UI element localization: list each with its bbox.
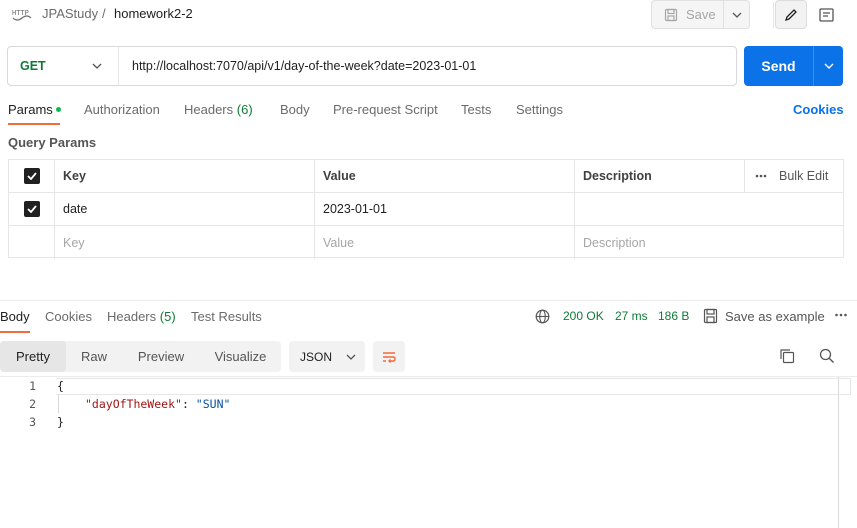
bulk-edit-button[interactable]: Bulk Edit: [779, 169, 828, 183]
new-param-value-input[interactable]: Value: [315, 226, 575, 259]
view-mode-visualize[interactable]: Visualize: [200, 341, 281, 372]
active-tab-indicator: [8, 123, 60, 125]
pencil-icon: [784, 8, 798, 22]
param-checkbox[interactable]: [9, 193, 55, 225]
response-divider[interactable]: [0, 300, 857, 301]
breadcrumb-collection[interactable]: JPAStudy: [42, 6, 98, 21]
response-tab-test-results[interactable]: Test Results: [191, 309, 262, 324]
checkbox-checked-icon: [23, 201, 40, 217]
send-options-button[interactable]: [813, 46, 843, 86]
method-select[interactable]: GET: [8, 47, 119, 85]
chevron-down-icon: [346, 354, 356, 360]
more-horizontal-icon[interactable]: [755, 174, 767, 178]
breadcrumb-separator: /: [102, 6, 106, 21]
tab-tests[interactable]: Tests: [461, 102, 491, 117]
toolbar-divider: [773, 2, 774, 28]
response-size[interactable]: 186 B: [658, 309, 689, 323]
save-options-button[interactable]: [723, 1, 749, 28]
response-tab-cookies[interactable]: Cookies: [45, 309, 92, 324]
column-header-value: Value: [315, 160, 575, 192]
table-header-row: Key Value Description Bulk Edit: [9, 160, 843, 193]
wrap-lines-icon: [381, 350, 397, 364]
active-response-tab-indicator: [0, 331, 30, 333]
tab-authorization[interactable]: Authorization: [84, 102, 160, 117]
save-button[interactable]: Save: [652, 1, 723, 28]
tab-body[interactable]: Body: [280, 102, 310, 117]
format-select[interactable]: JSON: [289, 341, 365, 372]
table-row-new: Key Value Description: [9, 226, 843, 259]
response-tab-headers-count: (5): [159, 309, 176, 324]
indent-guide: [58, 395, 59, 413]
status-code[interactable]: 200 OK: [563, 309, 604, 323]
tab-settings[interactable]: Settings: [516, 102, 563, 117]
save-as-example-button[interactable]: Save as example: [725, 309, 825, 324]
copy-icon[interactable]: [779, 348, 795, 364]
param-value-input[interactable]: 2023-01-01: [315, 193, 575, 225]
query-params-table: Key Value Description Bulk Edit date 202…: [8, 159, 844, 259]
tab-params[interactable]: Params: [8, 102, 61, 117]
save-button-group: Save: [651, 0, 750, 29]
new-param-key-input[interactable]: Key: [55, 226, 315, 259]
response-tab-headers[interactable]: Headers (5): [107, 309, 176, 324]
tab-headers-label: Headers: [184, 102, 234, 117]
url-input[interactable]: http://localhost:7070/api/v1/day-of-the-…: [119, 59, 476, 73]
chevron-down-icon: [732, 12, 742, 18]
document-icon: [818, 7, 834, 22]
active-line-highlight: [56, 378, 851, 395]
save-icon: [664, 8, 678, 22]
tab-headers-count: (6): [236, 102, 253, 117]
http-icon: HTTP: [12, 6, 32, 24]
format-select-label: JSON: [300, 349, 333, 364]
line-number: 2: [29, 397, 36, 411]
tab-pre-request-script[interactable]: Pre-request Script: [333, 102, 438, 117]
chevron-down-icon: [92, 63, 102, 69]
view-mode-raw[interactable]: Raw: [66, 341, 122, 372]
code-close-brace: }: [57, 415, 64, 429]
column-header-key: Key: [55, 160, 315, 192]
new-param-description-input[interactable]: Description: [575, 226, 745, 259]
request-url-bar: GET http://localhost:7070/api/v1/day-of-…: [7, 46, 737, 86]
code-open-brace: {: [57, 379, 64, 393]
json-value: "SUN": [195, 397, 231, 411]
response-tab-body[interactable]: Body: [0, 309, 30, 324]
search-icon[interactable]: [819, 348, 835, 364]
chevron-down-icon: [824, 63, 834, 69]
params-active-dot: [55, 107, 61, 113]
view-mode-selector: Pretty Raw Preview Visualize: [0, 341, 281, 372]
save-button-label: Save: [686, 7, 716, 22]
response-time[interactable]: 27 ms: [615, 309, 648, 323]
tab-params-label: Params: [8, 102, 53, 117]
code-line-2: "dayOfTheWeek": "SUN": [85, 397, 230, 411]
save-example-icon: [703, 308, 718, 324]
line-number: 3: [29, 415, 36, 429]
tab-headers[interactable]: Headers (6): [184, 102, 253, 117]
breadcrumb-request-name[interactable]: homework2-2: [114, 6, 193, 21]
checkbox-checked-icon: [23, 168, 40, 184]
param-description-input[interactable]: [575, 193, 745, 225]
line-number: 1: [29, 379, 36, 393]
edit-button[interactable]: [775, 0, 807, 29]
send-button-group: Send: [744, 46, 843, 86]
json-key: "dayOfTheWeek": [85, 397, 182, 411]
table-actions: Bulk Edit: [745, 160, 843, 192]
editor-border: [0, 376, 857, 377]
cookies-link[interactable]: Cookies: [793, 102, 844, 117]
globe-icon[interactable]: [535, 309, 550, 324]
more-horizontal-icon[interactable]: [834, 308, 848, 322]
view-mode-pretty[interactable]: Pretty: [0, 341, 66, 372]
wrap-lines-button[interactable]: [373, 341, 405, 372]
new-param-checkbox-cell: [9, 226, 55, 259]
send-button[interactable]: Send: [744, 46, 813, 86]
response-tab-headers-label: Headers: [107, 309, 157, 324]
documentation-button[interactable]: [811, 0, 841, 29]
method-label: GET: [20, 59, 46, 73]
select-all-checkbox[interactable]: [9, 160, 55, 192]
view-mode-preview[interactable]: Preview: [122, 341, 200, 372]
column-header-description: Description: [575, 160, 745, 192]
param-key-input[interactable]: date: [55, 193, 315, 225]
json-colon: :: [181, 397, 196, 411]
editor-scrollbar[interactable]: [838, 377, 839, 528]
query-params-title: Query Params: [8, 135, 97, 150]
table-row: date 2023-01-01: [9, 193, 843, 226]
